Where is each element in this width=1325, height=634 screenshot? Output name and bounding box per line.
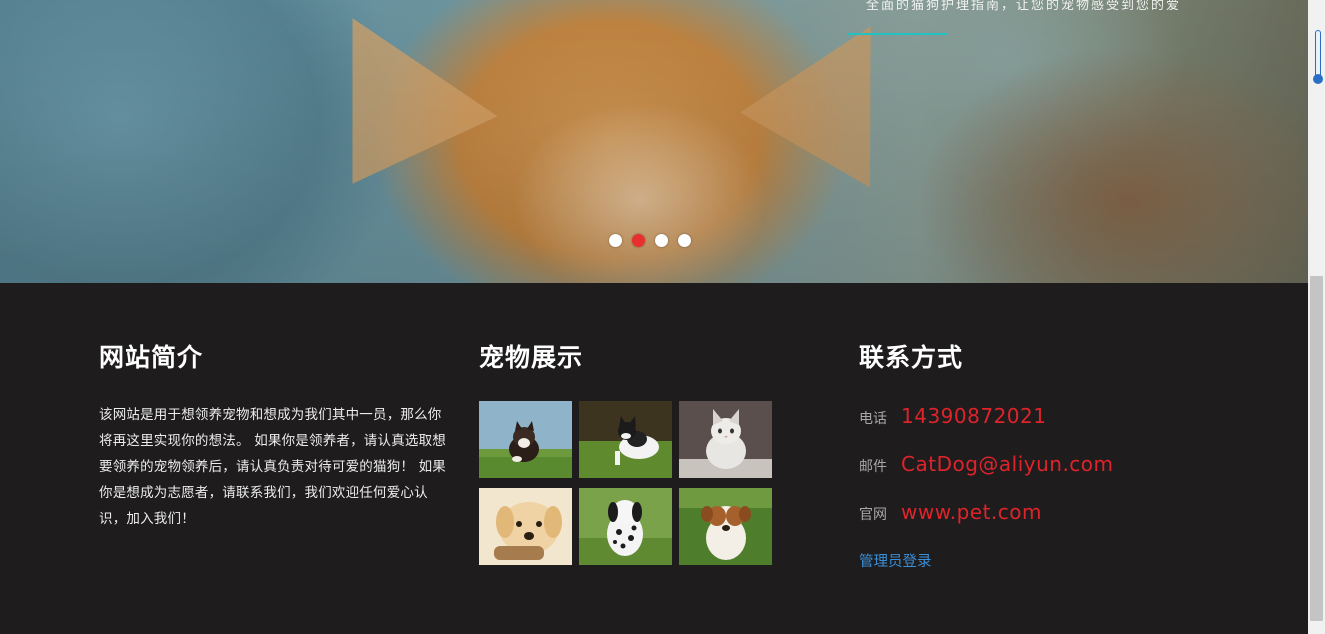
thermometer-icon — [1313, 30, 1323, 86]
pet-gallery — [479, 401, 772, 565]
carousel-dot-3[interactable] — [655, 234, 668, 247]
carousel-dot-1[interactable] — [609, 234, 622, 247]
brown-white-puppy-photo[interactable] — [679, 488, 772, 565]
site-value: www.pet.com — [901, 500, 1043, 524]
admin-login-link[interactable]: 管理员登录 — [859, 554, 932, 570]
contact-section: 联系方式 电话 14390872021 邮件 CatDog@aliyun.com… — [859, 338, 1114, 571]
contact-phone-row: 电话 14390872021 — [859, 404, 1114, 428]
golden-puppy-photo[interactable] — [479, 488, 572, 565]
phone-label: 电话 — [859, 411, 887, 427]
scrollbar-thumb[interactable] — [1310, 276, 1323, 621]
hero-caption-underline — [848, 33, 948, 35]
site-label: 官网 — [859, 507, 887, 523]
carousel-indicators — [609, 234, 691, 247]
hero-banner: 全面的猫狗护理指南，让您的宠物感受到您的爱 — [0, 0, 1308, 283]
about-section: 网站简介 该网站是用于想领养宠物和想成为我们其中一员，那么你将再这里实现你的想法… — [99, 338, 451, 532]
gallery-title: 宠物展示 — [479, 343, 584, 372]
email-value: CatDog@aliyun.com — [901, 452, 1114, 476]
contact-title: 联系方式 — [859, 343, 964, 372]
contact-email-row: 邮件 CatDog@aliyun.com — [859, 452, 1114, 476]
white-kitten-photo[interactable] — [679, 401, 772, 478]
about-text: 该网站是用于想领养宠物和想成为我们其中一员，那么你将再这里实现你的想法。 如果你… — [99, 407, 446, 527]
hero-caption: 全面的猫狗护理指南，让您的宠物感受到您的爱 — [866, 0, 1182, 13]
email-label: 邮件 — [859, 459, 887, 475]
carousel-dot-2[interactable] — [632, 234, 645, 247]
dalmatian-puppy-photo[interactable] — [579, 488, 672, 565]
carousel-dot-4[interactable] — [678, 234, 691, 247]
phone-value: 14390872021 — [901, 404, 1047, 428]
about-title: 网站简介 — [99, 343, 204, 372]
gallery-section: 宠物展示 — [479, 338, 772, 565]
kitten-on-grass-photo[interactable] — [479, 401, 572, 478]
black-white-kitten-photo[interactable] — [579, 401, 672, 478]
contact-site-row: 官网 www.pet.com — [859, 500, 1114, 524]
